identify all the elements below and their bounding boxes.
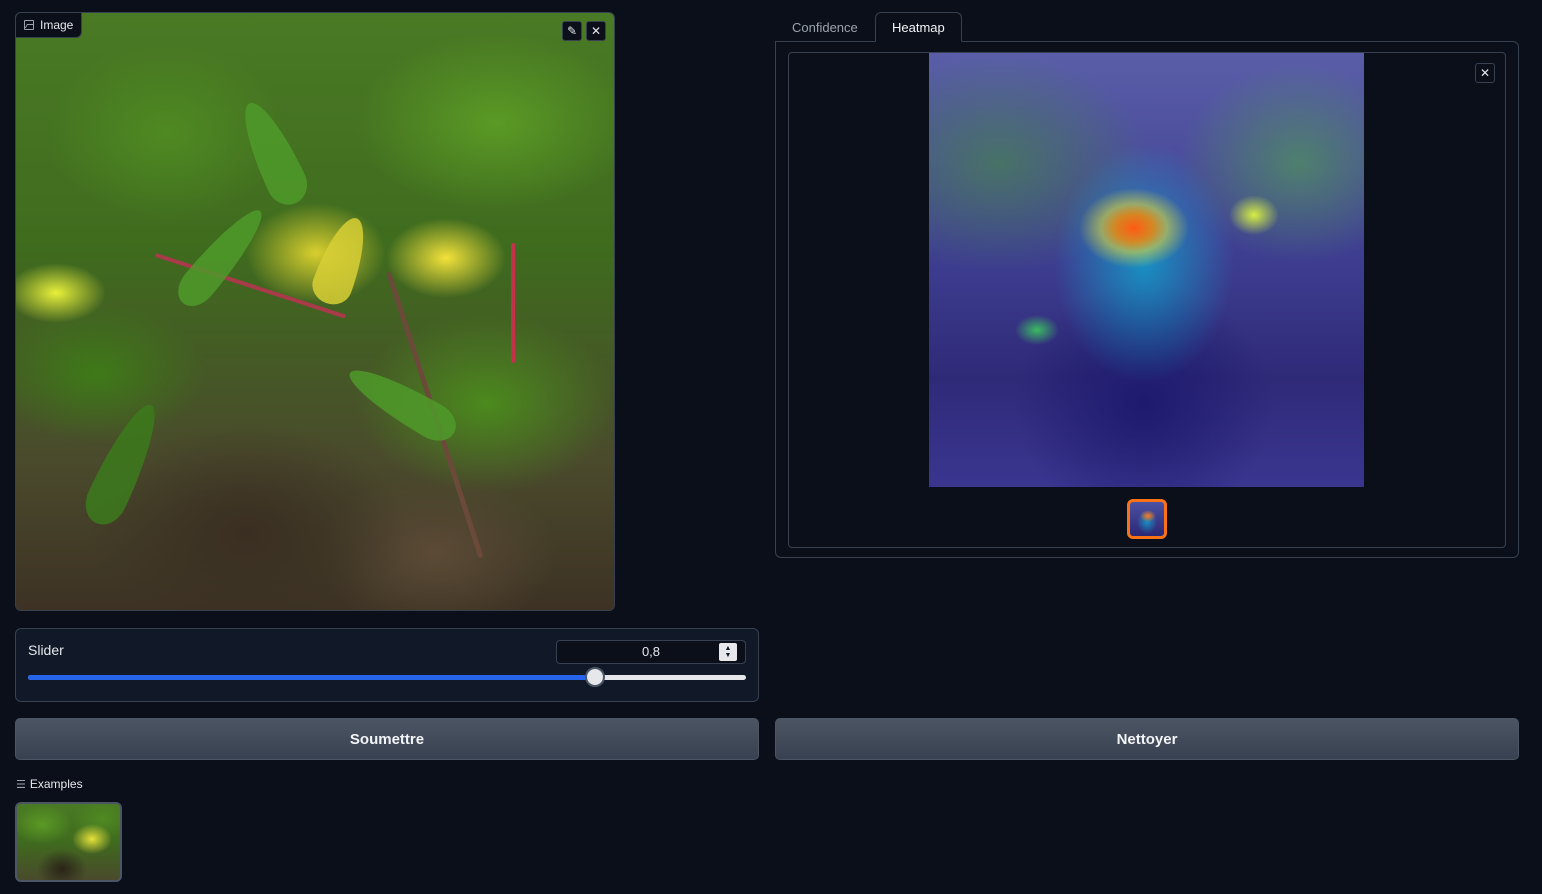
slider-number-input[interactable]: 0,8 ▲ ▼ <box>556 640 746 664</box>
tab-label: Heatmap <box>892 19 945 35</box>
slider-label: Slider <box>28 642 64 658</box>
gallery-close-button[interactable]: ✕ <box>1475 63 1495 83</box>
examples-label: Examples <box>29 777 83 791</box>
heatmap-panel: ✕ <box>775 41 1519 558</box>
slider-block: Slider 0,8 ▲ ▼ <box>15 628 759 702</box>
pencil-icon: ✎ <box>566 24 578 38</box>
examples-header: ☰ Examples <box>16 777 83 791</box>
image-input[interactable] <box>15 12 615 611</box>
spinner-icon[interactable]: ▲ ▼ <box>719 643 737 661</box>
image-icon <box>24 20 34 30</box>
list-icon: ☰ <box>16 778 26 791</box>
heatmap-gallery: ✕ <box>788 52 1506 548</box>
tab-heatmap[interactable]: Heatmap <box>875 12 962 42</box>
slider-thumb[interactable] <box>585 667 606 687</box>
slider-track[interactable] <box>28 667 746 687</box>
submit-button[interactable]: Soumettre <box>15 718 759 760</box>
edit-button[interactable]: ✎ <box>562 21 582 41</box>
close-icon: ✕ <box>590 24 602 38</box>
example-thumbnail[interactable] <box>15 802 122 882</box>
image-label: Image <box>40 18 74 32</box>
clear-button[interactable]: Nettoyer <box>775 718 1519 760</box>
gallery-thumbnail-selected[interactable] <box>1127 499 1167 539</box>
tab-confidence[interactable]: Confidence <box>776 12 874 42</box>
heatmap-image[interactable] <box>929 53 1364 487</box>
image-label-badge: Image <box>15 12 83 38</box>
slider-fill <box>28 675 596 680</box>
tab-label: Confidence <box>792 19 858 35</box>
red-stem <box>511 243 515 363</box>
clear-image-button[interactable]: ✕ <box>586 21 606 41</box>
close-icon: ✕ <box>1479 66 1491 80</box>
slider-value: 0,8 <box>641 644 661 659</box>
